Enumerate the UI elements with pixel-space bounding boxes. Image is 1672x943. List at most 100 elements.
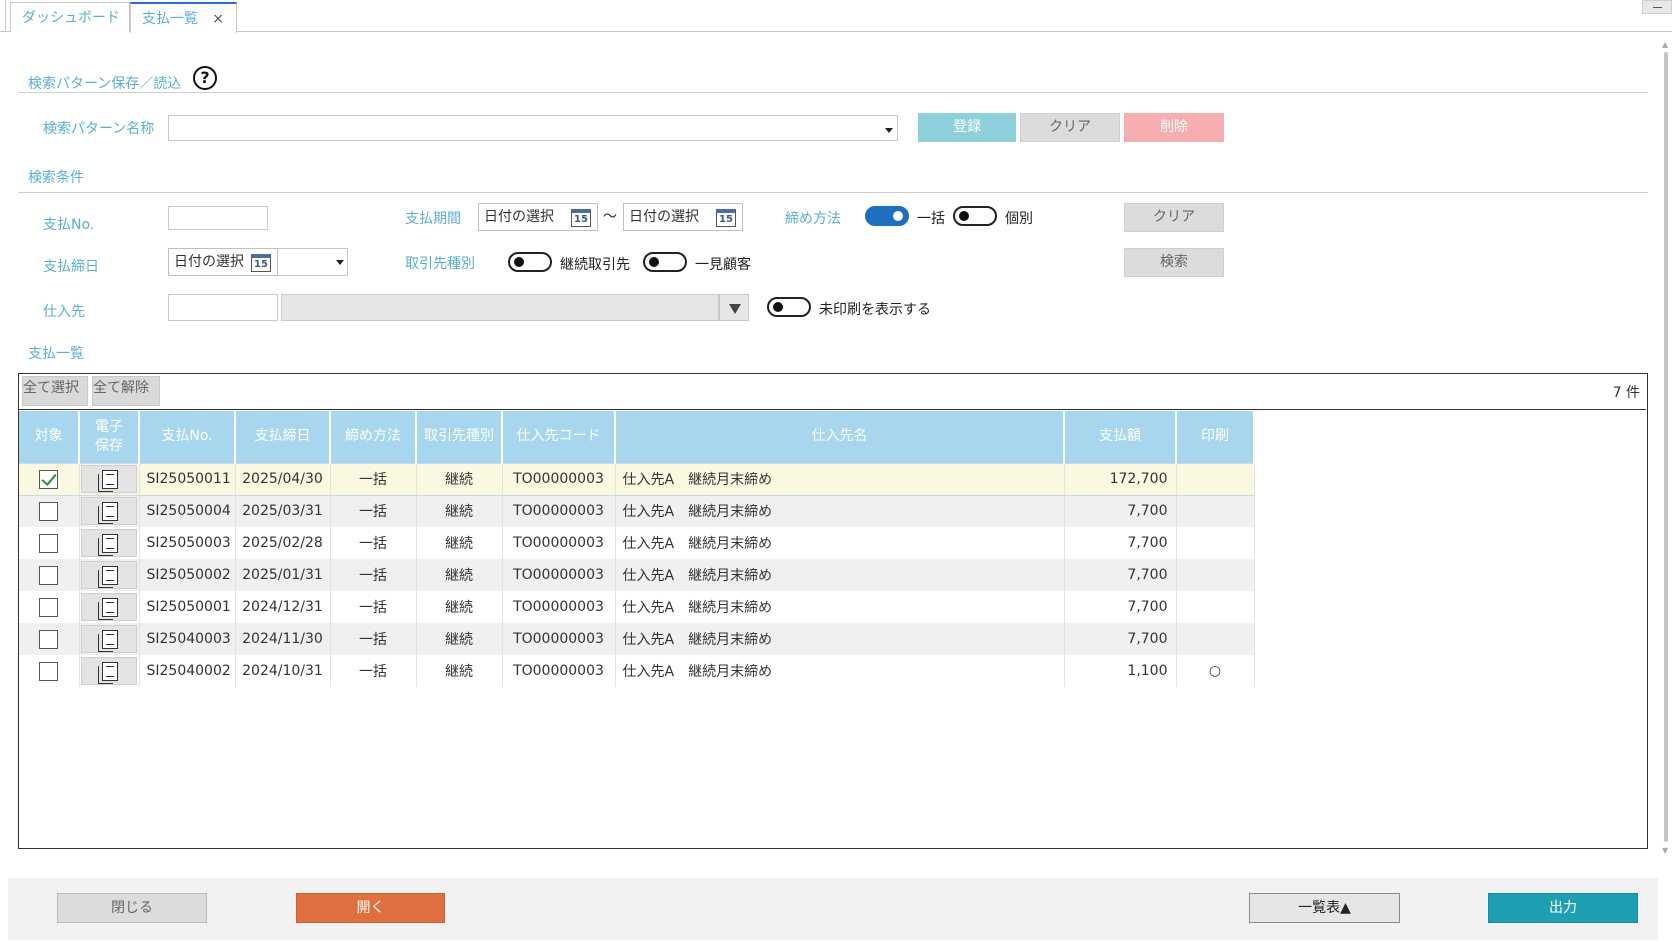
row-checkbox[interactable]: [39, 629, 59, 649]
show-unprinted-label: 未印刷を表示する: [819, 302, 931, 318]
toggle-onetime-customer[interactable]: [643, 252, 687, 272]
triangle-down-icon: [729, 304, 741, 314]
col-header-print[interactable]: 印刷: [1176, 411, 1255, 463]
conditions-section-title: 検索条件: [28, 170, 84, 186]
toggle-continuous-partner[interactable]: [508, 252, 552, 272]
output-button[interactable]: 出力: [1488, 893, 1638, 923]
row-partner-type: 継続: [416, 495, 503, 527]
row-e-storage-cell: [79, 495, 140, 527]
period-start-placeholder: 日付の選択: [484, 209, 554, 225]
pattern-clear-button[interactable]: クリア: [1020, 113, 1120, 142]
period-end-date[interactable]: 日付の選択 15: [623, 203, 743, 231]
list-toolbar: 全て選択 全て解除 7 件: [19, 374, 1646, 410]
toggle-knob: [773, 302, 783, 312]
col-header-supplier-code[interactable]: 仕入先コード: [502, 411, 616, 463]
col-header-closing-method[interactable]: 締め方法: [330, 411, 417, 463]
row-target-cell: [19, 655, 80, 687]
e-storage-button[interactable]: [81, 561, 137, 589]
register-button[interactable]: 登録: [918, 113, 1016, 142]
table-row[interactable]: SI25050003 2025/02/28 一括 継続 TO00000003 仕…: [19, 527, 1255, 559]
row-amount: 1,100: [1064, 655, 1177, 687]
toggle-show-unprinted[interactable]: [767, 297, 811, 317]
supplier-name-combo[interactable]: [281, 294, 719, 321]
chevron-down-icon: [336, 260, 344, 265]
closing-date-select[interactable]: [278, 248, 348, 276]
scroll-thumb[interactable]: [1664, 52, 1668, 842]
minimize-icon[interactable]: [1642, 0, 1672, 14]
payment-no-input[interactable]: [168, 206, 268, 230]
e-storage-button[interactable]: [81, 465, 137, 493]
search-pattern-name-select[interactable]: [168, 115, 898, 141]
col-header-amount[interactable]: 支払額: [1064, 411, 1177, 463]
list-report-button[interactable]: 一覧表▲: [1249, 893, 1400, 923]
document-icon: [98, 502, 118, 525]
conditions-clear-button[interactable]: クリア: [1124, 203, 1224, 232]
close-icon[interactable]: ×: [212, 4, 224, 34]
row-checkbox[interactable]: [39, 469, 59, 489]
row-printed: [1176, 623, 1255, 655]
table-row[interactable]: SI25050011 2025/04/30 一括 継続 TO00000003 仕…: [19, 462, 1255, 496]
col-header-payment-no[interactable]: 支払No.: [139, 411, 236, 463]
delete-button[interactable]: 削除: [1124, 113, 1224, 142]
page-scrollbar[interactable]: ▲ ▼: [1660, 40, 1672, 855]
row-checkbox[interactable]: [39, 533, 59, 553]
supplier-code-input[interactable]: [168, 294, 278, 321]
open-button[interactable]: 開く: [296, 893, 445, 923]
table-row[interactable]: SI25040002 2024/10/31 一括 継続 TO00000003 仕…: [19, 655, 1255, 687]
close-button[interactable]: 閉じる: [57, 893, 207, 923]
continuous-partner-label: 継続取引先: [560, 257, 630, 273]
closing-date-input[interactable]: 日付の選択 15: [168, 248, 278, 276]
e-storage-button[interactable]: [81, 657, 137, 685]
row-partner-type: 継続: [416, 623, 503, 655]
table-row[interactable]: SI25050002 2025/01/31 一括 継続 TO00000003 仕…: [19, 559, 1255, 591]
col-header-e-storage[interactable]: 電子 保存: [79, 411, 140, 463]
period-start-date[interactable]: 日付の選択 15: [478, 203, 598, 231]
help-icon[interactable]: ?: [193, 66, 217, 90]
row-supplier-code: TO00000003: [502, 495, 616, 527]
chevron-down-icon: [885, 128, 893, 133]
tab-payment-list[interactable]: 支払一覧 ×: [130, 2, 237, 33]
table-row[interactable]: SI25050001 2024/12/31 一括 継続 TO00000003 仕…: [19, 591, 1255, 623]
col-header-closing-date[interactable]: 支払締日: [235, 411, 331, 463]
row-amount: 7,700: [1064, 623, 1177, 655]
row-amount: 7,700: [1064, 559, 1177, 591]
col-header-partner-type[interactable]: 取引先種別: [416, 411, 503, 463]
calendar-icon[interactable]: 15: [571, 209, 591, 227]
payment-list-panel: 全て選択 全て解除 7 件 対象 電子 保存 支払No. 支払締日 締め方法 取…: [18, 373, 1648, 849]
row-supplier-name: 仕入先A 継続月末締め: [615, 559, 1065, 591]
row-printed: [1176, 527, 1255, 559]
table-row[interactable]: SI25040003 2024/11/30 一括 継続 TO00000003 仕…: [19, 623, 1255, 655]
col-header-target[interactable]: 対象: [19, 411, 80, 463]
search-button[interactable]: 検索: [1124, 248, 1224, 277]
toggle-closing-bulk[interactable]: [865, 206, 909, 226]
e-storage-button[interactable]: [81, 625, 137, 653]
row-e-storage-cell: [79, 591, 140, 623]
e-storage-button[interactable]: [81, 497, 137, 526]
onetime-customer-label: 一見顧客: [695, 257, 751, 273]
row-supplier-name: 仕入先A 継続月末締め: [615, 462, 1065, 496]
row-closing-method: 一括: [330, 559, 417, 591]
tab-dashboard[interactable]: ダッシュボード: [10, 2, 130, 32]
calendar-icon[interactable]: 15: [716, 209, 736, 227]
closing-date-label: 支払締日: [43, 259, 99, 275]
row-printed: [1176, 559, 1255, 591]
select-all-label: 全て選択: [23, 380, 79, 396]
scroll-up-icon[interactable]: ▲: [1662, 40, 1668, 49]
row-checkbox[interactable]: [39, 565, 59, 585]
select-all-button[interactable]: 全て選択: [22, 376, 88, 406]
col-header-supplier-name[interactable]: 仕入先名: [615, 411, 1065, 463]
calendar-icon[interactable]: 15: [251, 254, 271, 272]
scroll-down-icon[interactable]: ▼: [1662, 846, 1668, 855]
row-checkbox[interactable]: [39, 597, 59, 617]
table-row[interactable]: SI25050004 2025/03/31 一括 継続 TO00000003 仕…: [19, 495, 1255, 527]
row-supplier-code: TO00000003: [502, 591, 616, 623]
toggle-closing-individual[interactable]: [953, 206, 997, 226]
deselect-all-button[interactable]: 全て解除: [92, 376, 160, 406]
e-storage-button[interactable]: [81, 529, 137, 557]
e-storage-button[interactable]: [81, 593, 137, 621]
supplier-dropdown-button[interactable]: [719, 294, 749, 321]
row-checkbox[interactable]: [39, 501, 59, 521]
row-closing-date: 2024/11/30: [235, 623, 331, 655]
row-supplier-name: 仕入先A 継続月末締め: [615, 527, 1065, 559]
row-checkbox[interactable]: [39, 661, 59, 681]
